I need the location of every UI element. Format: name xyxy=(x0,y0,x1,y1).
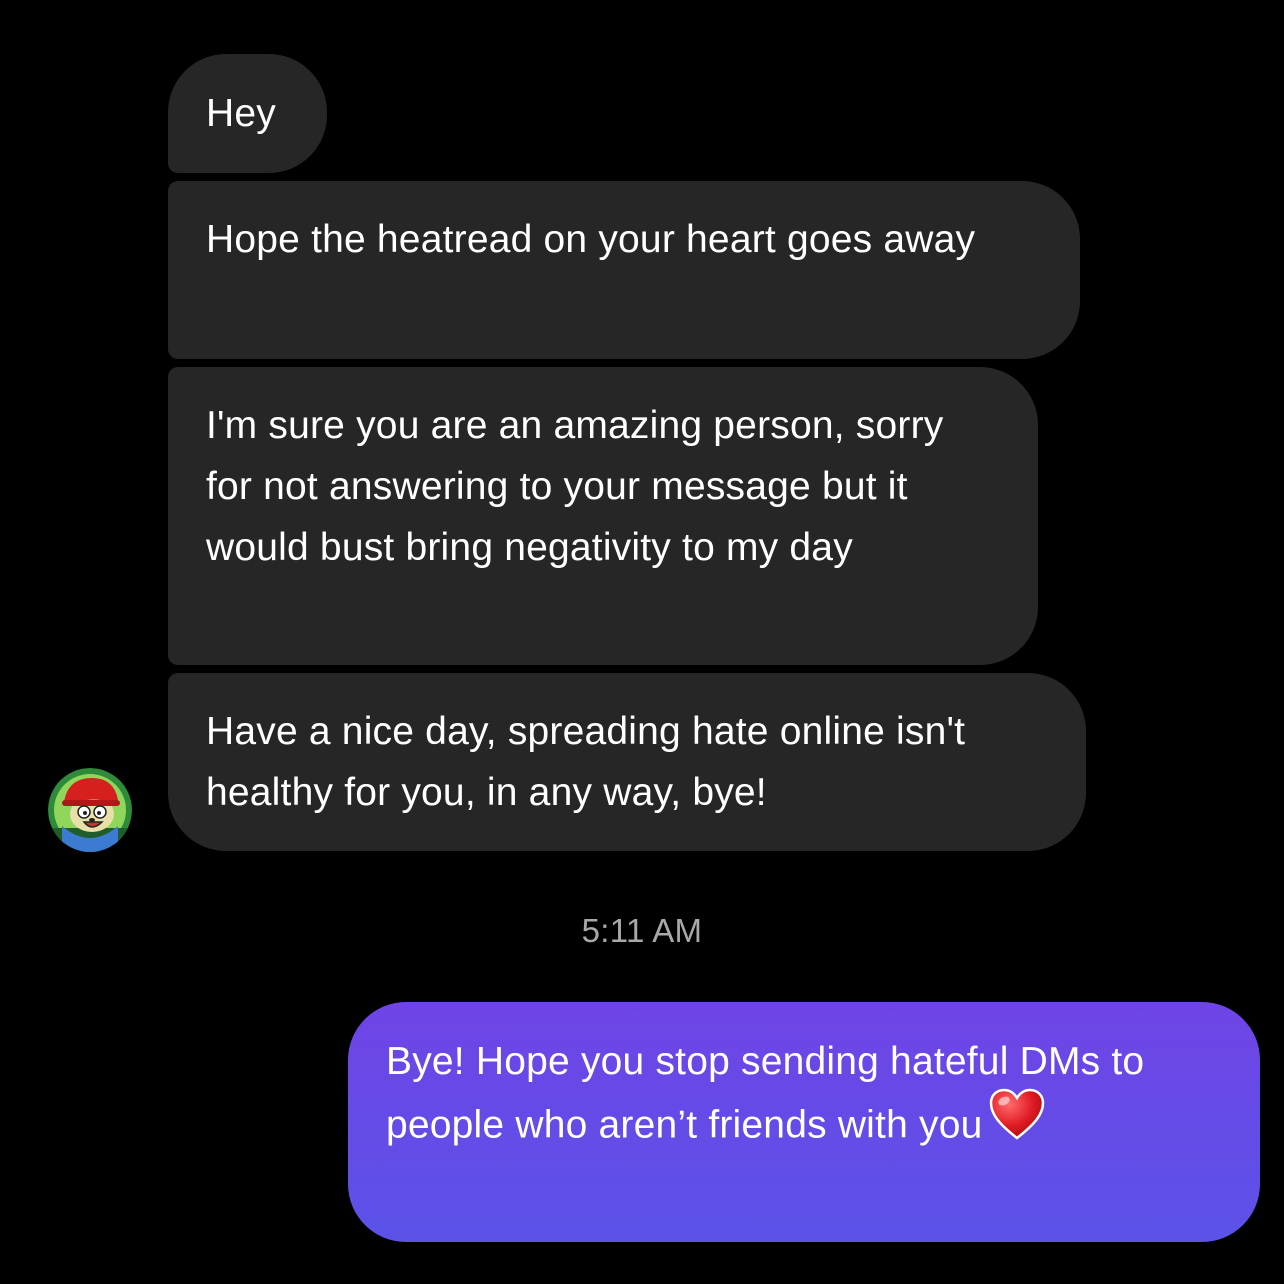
message-text: I'm sure you are an amazing person, sorr… xyxy=(206,404,944,569)
sent-message-bubble[interactable]: Bye! Hope you stop sending hateful DMs t… xyxy=(348,1002,1260,1242)
message-timestamp: 5:11 AM xyxy=(581,912,703,949)
message-text: Hope the heatread on your heart goes awa… xyxy=(206,218,976,261)
sender-avatar[interactable] xyxy=(48,768,132,852)
message-text: Hey xyxy=(206,92,276,135)
message-text: Have a nice day, spreading hate online i… xyxy=(206,710,966,814)
received-message-bubble[interactable]: I'm sure you are an amazing person, sorr… xyxy=(168,367,1038,665)
heart-emoji-icon xyxy=(989,1088,1045,1158)
received-message-bubble[interactable]: Hey xyxy=(168,54,327,173)
received-message-bubble[interactable]: Have a nice day, spreading hate online i… xyxy=(168,673,1086,851)
received-message-bubble[interactable]: Hope the heatread on your heart goes awa… xyxy=(168,181,1080,359)
cartoon-avatar-icon xyxy=(48,768,132,852)
